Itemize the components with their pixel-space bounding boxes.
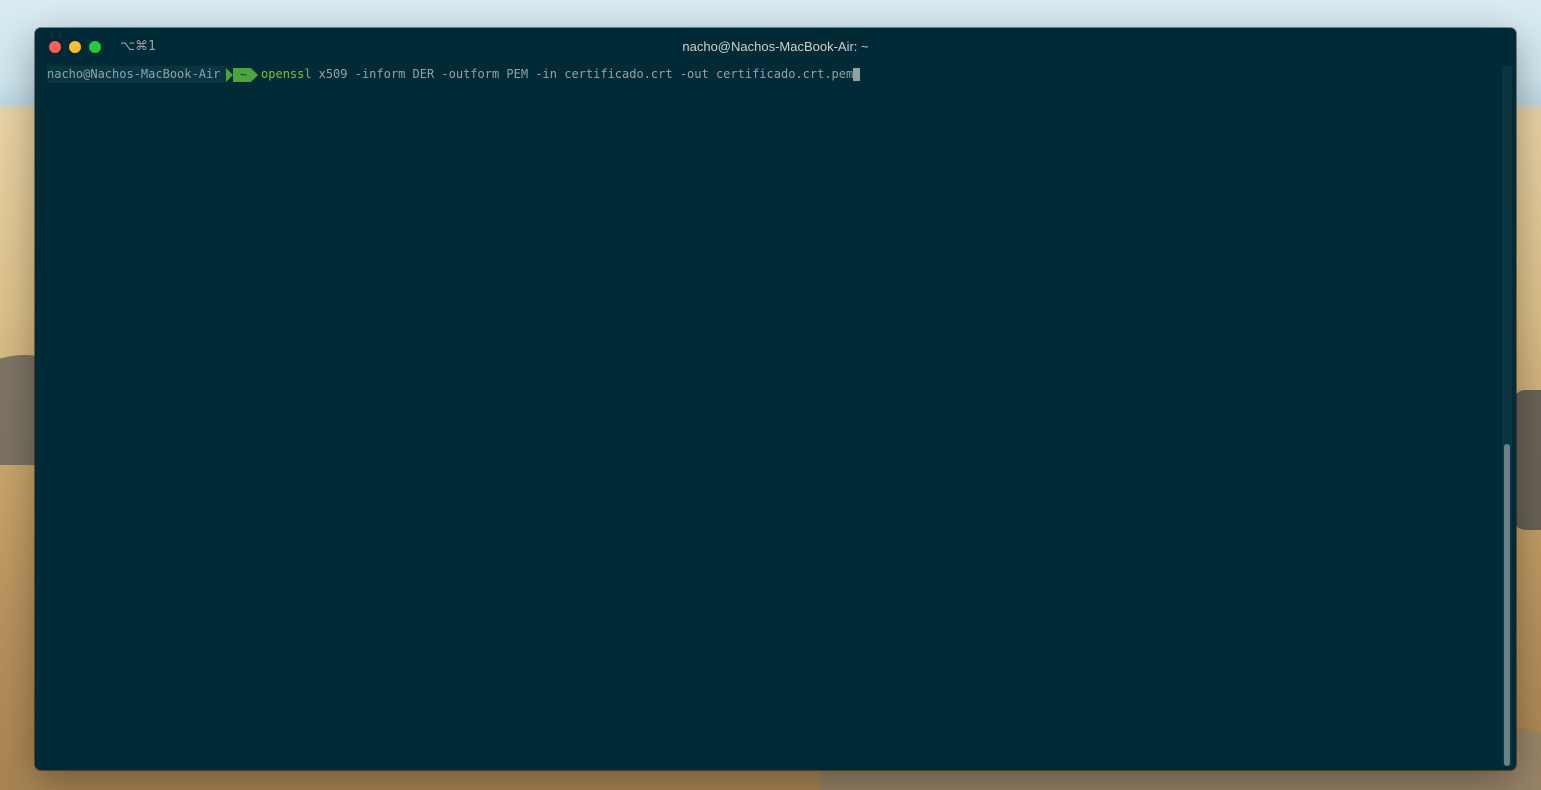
scrollbar-thumb[interactable] <box>1504 444 1510 766</box>
window-title: nacho@Nachos-MacBook-Air: ~ <box>682 39 869 54</box>
command-args: x509 -inform DER -outform PEM -in certif… <box>318 67 854 81</box>
terminal-content[interactable]: nacho@Nachos-MacBook-Air ~ openssl x509 … <box>47 66 1500 766</box>
text-cursor <box>853 68 861 81</box>
prompt-line: nacho@Nachos-MacBook-Air ~ openssl x509 … <box>47 66 861 83</box>
title-bar[interactable]: ⌥⌘1 nacho@Nachos-MacBook-Air: ~ <box>35 28 1516 64</box>
prompt-host: nacho@Nachos-MacBook-Air <box>47 66 227 83</box>
terminal-window: ⌥⌘1 nacho@Nachos-MacBook-Air: ~ nacho@Na… <box>35 28 1516 770</box>
command-name: openssl <box>261 67 312 81</box>
scrollbar[interactable] <box>1502 66 1512 766</box>
prompt-directory: ~ <box>226 67 258 82</box>
